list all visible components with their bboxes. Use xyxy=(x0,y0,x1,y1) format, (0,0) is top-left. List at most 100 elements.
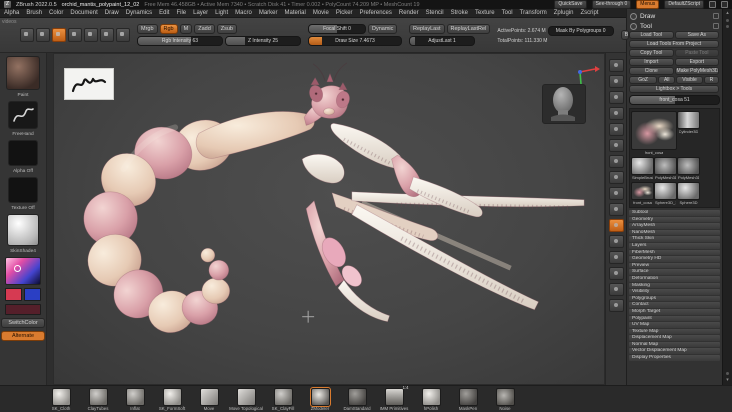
tool-thumbnail[interactable]: front_cosa xyxy=(631,111,677,155)
tool-subpalette-header[interactable]: Geometry xyxy=(629,216,721,223)
menu-item[interactable]: Movie xyxy=(313,10,329,16)
tool-button[interactable]: Copy Tool xyxy=(629,49,674,57)
window-restore-icon[interactable] xyxy=(709,1,716,8)
mask-by-polygroups-slider[interactable]: Mask By Polygroups 0 xyxy=(547,25,614,36)
tool-subpalette-header[interactable]: Normal Map xyxy=(629,341,721,348)
reference-bust-thumbnail[interactable] xyxy=(542,83,586,124)
tool-button[interactable]: Make PolyMesh3D xyxy=(674,67,720,75)
backface-button[interactable]: Backface xyxy=(620,29,629,40)
tool-button[interactable]: All xyxy=(658,76,676,84)
tool-subpalette-header[interactable]: Texture Map xyxy=(629,328,721,335)
current-brush-thumbnail[interactable] xyxy=(6,55,40,90)
actual-icon[interactable] xyxy=(608,250,624,264)
tool-subpalette-header[interactable]: Masking xyxy=(629,282,721,289)
rotate-icon[interactable] xyxy=(116,27,130,42)
menu-item[interactable]: Dynamics xyxy=(126,10,152,16)
current-stroke-thumbnail[interactable] xyxy=(8,100,38,129)
tool-thumbnail[interactable]: Sphere3D xyxy=(677,182,700,205)
local-icon[interactable] xyxy=(608,122,624,136)
blend-mode-button[interactable]: Zadd xyxy=(194,23,215,34)
tool-button[interactable]: Import xyxy=(629,58,674,66)
tool-thumbnail[interactable]: front_cosa xyxy=(631,182,654,205)
menu-item[interactable]: Edit xyxy=(159,10,169,16)
switch-color-button[interactable]: SwitchColor xyxy=(1,317,45,328)
tool-subpalette-header[interactable]: Deformation xyxy=(629,275,721,282)
quicksave-button[interactable]: QuickSave xyxy=(554,0,587,9)
tray-handle-icon[interactable] xyxy=(726,25,730,28)
move-icon[interactable] xyxy=(84,27,98,42)
menu-item[interactable]: Preferences xyxy=(360,10,392,16)
menus-button[interactable]: Menus xyxy=(636,0,660,9)
tool-button[interactable]: Load Tools From Project xyxy=(629,40,720,48)
menu-item[interactable]: Tool xyxy=(502,10,513,16)
render-pass-icon[interactable] xyxy=(608,74,624,88)
brush-tray-item[interactable]: ZModeler xyxy=(305,387,335,411)
brush-tray-item[interactable]: Move xyxy=(194,388,224,411)
menu-item[interactable]: Material xyxy=(285,10,306,16)
menu-item[interactable]: Zscript xyxy=(580,10,598,16)
tool-palette-header[interactable]: Tool xyxy=(629,21,720,31)
frame-icon[interactable] xyxy=(608,170,624,184)
tool-button[interactable]: Paste Tool xyxy=(674,49,720,57)
scale-icon[interactable] xyxy=(100,27,114,42)
tool-subpalette-header[interactable]: Display Properties xyxy=(629,355,721,361)
menu-item[interactable]: Brush xyxy=(26,10,42,16)
tool-button[interactable]: Export xyxy=(674,58,720,66)
current-material-thumbnail[interactable] xyxy=(7,213,39,246)
menu-item[interactable]: Color xyxy=(49,10,63,16)
tool-subpalette-header[interactable]: FiberMesh xyxy=(629,249,721,256)
brush-tray-item[interactable]: SK_ClayFill xyxy=(268,388,298,411)
tool-button[interactable]: GoZ xyxy=(629,76,658,84)
secondary-color-swatch[interactable] xyxy=(24,287,41,301)
menu-item[interactable]: Light xyxy=(215,10,228,16)
bpr-icon[interactable] xyxy=(608,58,624,72)
lightbox-icon[interactable] xyxy=(20,27,34,42)
zoom-out-icon[interactable] xyxy=(608,298,624,312)
solo-icon[interactable] xyxy=(608,154,624,168)
brush-tray-item[interactable]: SK_Cloth xyxy=(46,388,76,411)
active-color-swatch[interactable] xyxy=(5,303,41,315)
blend-mode-button[interactable]: M xyxy=(179,23,193,34)
menu-item[interactable]: Macro xyxy=(235,10,252,16)
scale-icon[interactable] xyxy=(608,202,624,216)
menu-item[interactable]: Marker xyxy=(259,10,278,16)
lsym-icon[interactable] xyxy=(608,138,624,152)
brush-tray-item[interactable]: MaskPen xyxy=(453,388,483,411)
tool-subpalette-header[interactable]: UV Map xyxy=(629,322,721,328)
menu-item[interactable]: Texture xyxy=(475,10,495,16)
tool-button[interactable]: Lightbox > Tools xyxy=(629,85,720,93)
palette-pin-icon[interactable] xyxy=(713,23,720,29)
tool-thumbnail[interactable]: PolyMesh3D_1 xyxy=(677,157,700,180)
tray-handle-icon[interactable] xyxy=(726,19,730,22)
menu-item[interactable]: Picker xyxy=(336,10,353,16)
brush-tray-item[interactable]: Noise xyxy=(490,388,520,411)
draw-palette-header[interactable]: Draw xyxy=(629,11,720,21)
menu-item[interactable]: Stroke xyxy=(451,10,468,16)
tool-thumbnail[interactable]: Cylinder3D xyxy=(677,111,700,155)
tool-button[interactable]: Clone xyxy=(629,67,674,75)
videos-label[interactable]: videos xyxy=(2,19,16,25)
tool-subpalette-header[interactable]: NanoMesh xyxy=(629,229,721,236)
projection-icon[interactable] xyxy=(36,27,50,42)
edit-icon[interactable] xyxy=(52,27,66,42)
menu-item[interactable]: Transform xyxy=(520,10,547,16)
tool-subpalette-header[interactable]: Visibility xyxy=(629,289,721,295)
tool-thumbnail[interactable]: SimpleBrush xyxy=(631,157,654,180)
tray-collapse-up-icon[interactable]: ▴ xyxy=(726,11,729,16)
see-through-slider[interactable]: See-through 0 xyxy=(591,0,632,9)
tool-subpalette-header[interactable]: Vector Displacement Map xyxy=(629,348,721,355)
alternate-button[interactable]: Alternate xyxy=(1,330,45,341)
tray-handle-icon[interactable] xyxy=(726,372,730,375)
tool-button[interactable]: Visible xyxy=(676,76,703,84)
tool-button[interactable]: Load Tool xyxy=(629,31,674,39)
menu-item[interactable]: Draw xyxy=(105,10,119,16)
draw-size-slider[interactable]: Draw Size 7.4673 xyxy=(308,35,402,46)
color-picker[interactable] xyxy=(5,256,41,285)
tool-subpalette-header[interactable]: Layers xyxy=(629,242,721,249)
tool-subpalette-header[interactable]: Morph Target xyxy=(629,308,721,315)
tool-subpalette-header[interactable]: Polypaint xyxy=(629,315,721,322)
scroll-icon[interactable] xyxy=(608,282,624,296)
tool-subpalette-header[interactable]: Displacement Map xyxy=(629,335,721,341)
tool-subpalette-header[interactable]: Contact xyxy=(629,302,721,308)
main-color-swatch[interactable] xyxy=(5,287,22,301)
